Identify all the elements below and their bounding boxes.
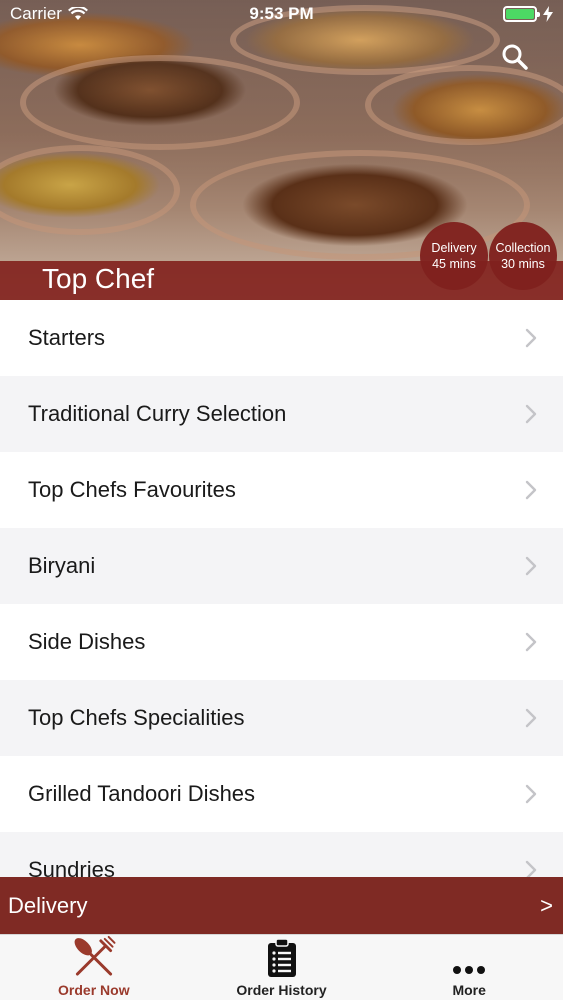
delivery-mode-bar[interactable]: Delivery > bbox=[0, 877, 563, 934]
pot-rim bbox=[365, 65, 563, 145]
delivery-arrow-icon: > bbox=[540, 892, 553, 918]
charging-bolt-icon bbox=[543, 6, 553, 22]
menu-category-label: Traditional Curry Selection bbox=[28, 401, 287, 426]
menu-category-top-chefs-favourites[interactable]: Top Chefs Favourites bbox=[0, 452, 563, 528]
tab-order-now[interactable]: Order Now bbox=[0, 935, 188, 1000]
menu-category-label: Sundries bbox=[28, 857, 115, 877]
chevron-right-icon bbox=[525, 328, 537, 348]
menu-category-label: Grilled Tandoori Dishes bbox=[28, 781, 256, 806]
menu-category-label: Top Chefs Favourites bbox=[28, 477, 236, 502]
menu-category-label: Side Dishes bbox=[28, 629, 146, 654]
carrier-label: Carrier bbox=[10, 4, 62, 23]
menu-category-starters[interactable]: Starters bbox=[0, 300, 563, 376]
chevron-right-icon bbox=[525, 784, 537, 804]
menu-category-sundries[interactable]: Sundries bbox=[0, 832, 563, 877]
tab-label: Order Now bbox=[58, 982, 130, 998]
collection-badge-time: 30 mins bbox=[501, 257, 545, 271]
delivery-mode-label: Delivery bbox=[8, 892, 88, 918]
status-bar: Carrier 9:53 PM bbox=[0, 0, 563, 28]
delivery-badge-label: Delivery bbox=[431, 241, 477, 255]
menu-category-top-chefs-specialities[interactable]: Top Chefs Specialities bbox=[0, 680, 563, 756]
search-icon bbox=[502, 44, 528, 70]
tab-label: Order History bbox=[236, 982, 327, 998]
chevron-right-icon bbox=[525, 556, 537, 576]
more-dots-icon bbox=[453, 966, 486, 974]
restaurant-name: Top Chef bbox=[42, 263, 155, 294]
menu-category-list[interactable]: Starters Traditional Curry Selection Top… bbox=[0, 300, 563, 877]
pot-rim bbox=[0, 145, 180, 235]
delivery-time-badge: Delivery 45 mins bbox=[420, 222, 488, 290]
menu-category-biryani[interactable]: Biryani bbox=[0, 528, 563, 604]
status-right bbox=[503, 6, 553, 22]
fork-knife-icon bbox=[74, 935, 116, 976]
menu-category-grilled-tandoori-dishes[interactable]: Grilled Tandoori Dishes bbox=[0, 756, 563, 832]
status-left: Carrier bbox=[10, 4, 88, 24]
menu-category-side-dishes[interactable]: Side Dishes bbox=[0, 604, 563, 680]
wifi-icon bbox=[67, 7, 88, 20]
clipboard-list-icon bbox=[267, 938, 296, 977]
chevron-right-icon bbox=[525, 708, 537, 728]
chevron-right-icon bbox=[525, 480, 537, 500]
tab-label: More bbox=[452, 982, 486, 998]
collection-time-badge: Collection 30 mins bbox=[489, 222, 557, 290]
search-button[interactable] bbox=[500, 42, 530, 72]
tab-bar: Order Now Order History More bbox=[0, 934, 563, 1000]
tab-more[interactable]: More bbox=[375, 935, 563, 1000]
chevron-right-icon bbox=[525, 404, 537, 424]
pot-rim bbox=[20, 55, 300, 150]
collection-badge-label: Collection bbox=[495, 241, 551, 255]
battery-icon bbox=[503, 6, 540, 22]
chevron-right-icon bbox=[525, 860, 537, 877]
menu-category-label: Starters bbox=[28, 325, 106, 350]
menu-category-label: Top Chefs Specialities bbox=[28, 705, 245, 730]
menu-category-traditional-curry-selection[interactable]: Traditional Curry Selection bbox=[0, 376, 563, 452]
delivery-badge-time: 45 mins bbox=[432, 257, 476, 271]
menu-category-label: Biryani bbox=[28, 553, 96, 578]
chevron-right-icon bbox=[525, 632, 537, 652]
tab-order-history[interactable]: Order History bbox=[188, 935, 376, 1000]
